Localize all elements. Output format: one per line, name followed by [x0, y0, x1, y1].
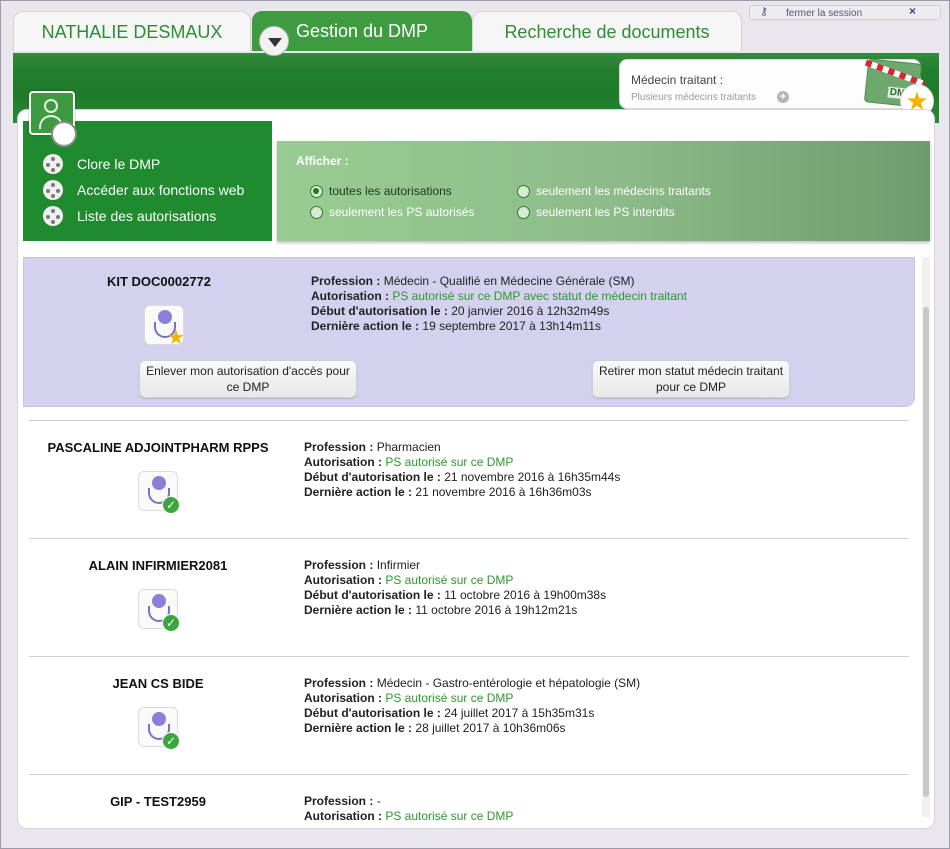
ps-name: GIP - TEST2959	[110, 794, 206, 809]
expand-plus-icon[interactable]: +	[777, 91, 789, 103]
ps-name: ALAIN INFIRMIER2081	[88, 558, 228, 573]
list-scrollbar[interactable]	[922, 257, 930, 817]
menu-item-label: Accéder aux fonctions web	[77, 182, 245, 198]
profession-line: Profession : Pharmacien	[304, 440, 441, 454]
check-badge-icon: ✓	[162, 496, 180, 514]
session-bar: ⚷ fermer la session ×	[749, 5, 941, 20]
list-item[interactable]: ALAIN INFIRMIER2081 ✓ Profession : Infir…	[23, 539, 915, 656]
menu-item-liste-autorisations[interactable]: Liste des autorisations	[43, 205, 216, 227]
radio-ps-autorises[interactable]: seulement les PS autorisés	[310, 205, 474, 219]
radio-checked-icon	[310, 184, 323, 198]
debut-line: Début d'autorisation le : 11 octobre 201…	[304, 588, 607, 602]
autorisation-line: Autorisation : PS autorisé sur ce DMP	[304, 455, 514, 469]
autorisation-line: Autorisation : PS autorisé sur ce DMP	[304, 691, 514, 705]
radio-label: toutes les autorisations	[329, 184, 452, 198]
radio-medecins-traitants[interactable]: seulement les médecins traitants	[517, 184, 711, 198]
avatar-ring-icon	[51, 121, 77, 147]
menu-item-label: Liste des autorisations	[77, 208, 217, 224]
radio-unchecked-icon	[310, 205, 323, 219]
scroll-thumb[interactable]	[923, 307, 929, 797]
remove-access-button[interactable]: Enlever mon autorisation d'accès pour ce…	[139, 360, 357, 398]
radio-label: seulement les PS autorisés	[329, 205, 475, 219]
radio-label: seulement les médecins traitants	[536, 184, 711, 198]
debut-line: Début d'autorisation le : 24 juillet 201…	[304, 706, 595, 720]
close-window-button[interactable]: ×	[909, 5, 916, 18]
derniere-line: Dernière action le : 19 septembre 2017 à…	[311, 319, 601, 333]
profession-line: Profession : Médecin - Qualifié en Médec…	[311, 274, 635, 288]
star-badge-icon: ★	[167, 327, 185, 349]
list-item[interactable]: KIT DOC0002772 ★ Profession : Médecin - …	[23, 257, 915, 407]
radio-label: seulement les PS interdits	[536, 205, 675, 219]
profession-line: Profession : Infirmier	[304, 558, 421, 572]
debut-line: Début d'autorisation le : 20 janvier 201…	[311, 304, 610, 318]
medecin-traitant-subtitle: Plusieurs médecins traitants	[631, 92, 757, 103]
debut-line: Début d'autorisation le : 21 novembre 20…	[304, 470, 621, 484]
logout-link[interactable]: fermer la session	[786, 7, 862, 20]
radio-toutes-autorisations[interactable]: toutes les autorisations	[310, 184, 452, 198]
tab-patient[interactable]: NATHALIE DESMAUX	[13, 11, 251, 51]
ps-name: PASCALINE ADJOINTPHARM RPPS	[47, 440, 269, 455]
profession-line: Profession : -	[304, 794, 381, 808]
check-badge-icon: ✓	[162, 614, 180, 632]
list-item[interactable]: GIP - TEST2959 Profession : - Autorisati…	[23, 775, 915, 825]
profession-line: Profession : Médecin - Gastro-entérologi…	[304, 676, 641, 690]
menu-bullet-icon	[43, 154, 63, 174]
derniere-line: Dernière action le : 28 juillet 2017 à 1…	[304, 721, 566, 735]
derniere-line: Dernière action le : 11 octobre 2016 à 1…	[304, 603, 578, 617]
radio-ps-interdits[interactable]: seulement les PS interdits	[517, 205, 675, 219]
derniere-line: Dernière action le : 21 novembre 2016 à …	[304, 485, 592, 499]
autorisation-line: Autorisation : PS autorisé sur ce DMP av…	[311, 289, 687, 303]
tab-recherche-documents[interactable]: Recherche de documents	[472, 11, 742, 51]
filter-title: Afficher :	[296, 154, 349, 168]
ps-name: JEAN CS BIDE	[112, 676, 204, 691]
key-icon: ⚷	[760, 6, 769, 18]
radio-unchecked-icon	[517, 184, 530, 198]
menu-bullet-icon	[43, 206, 63, 226]
list-item[interactable]: PASCALINE ADJOINTPHARM RPPS ✓ Profession…	[23, 421, 915, 538]
radio-unchecked-icon	[517, 205, 530, 219]
filter-panel: Afficher : toutes les autorisations seul…	[277, 141, 930, 241]
menu-bullet-icon	[43, 180, 63, 200]
ps-name: KIT DOC0002772	[106, 274, 212, 289]
autorisation-line: Autorisation : PS autorisé sur ce DMP	[304, 809, 514, 823]
authorization-list: KIT DOC0002772 ★ Profession : Médecin - …	[23, 257, 919, 825]
menu-item-label: Clore le DMP	[77, 156, 161, 172]
autorisation-line: Autorisation : PS autorisé sur ce DMP	[304, 573, 514, 587]
chevron-down-icon[interactable]	[259, 26, 289, 56]
menu-item-clore-dmp[interactable]: Clore le DMP	[43, 153, 160, 175]
check-badge-icon: ✓	[162, 732, 180, 750]
menu-item-fonctions-web[interactable]: Accéder aux fonctions web	[43, 179, 244, 201]
app-window: NATHALIE DESMAUX Gestion du DMP Recherch…	[0, 0, 950, 849]
medecin-traitant-title: Médecin traitant :	[631, 73, 724, 87]
list-item[interactable]: JEAN CS BIDE ✓ Profession : Médecin - Ga…	[23, 657, 915, 774]
withdraw-treating-status-button[interactable]: Retirer mon statut médecin traitant pour…	[592, 360, 790, 398]
